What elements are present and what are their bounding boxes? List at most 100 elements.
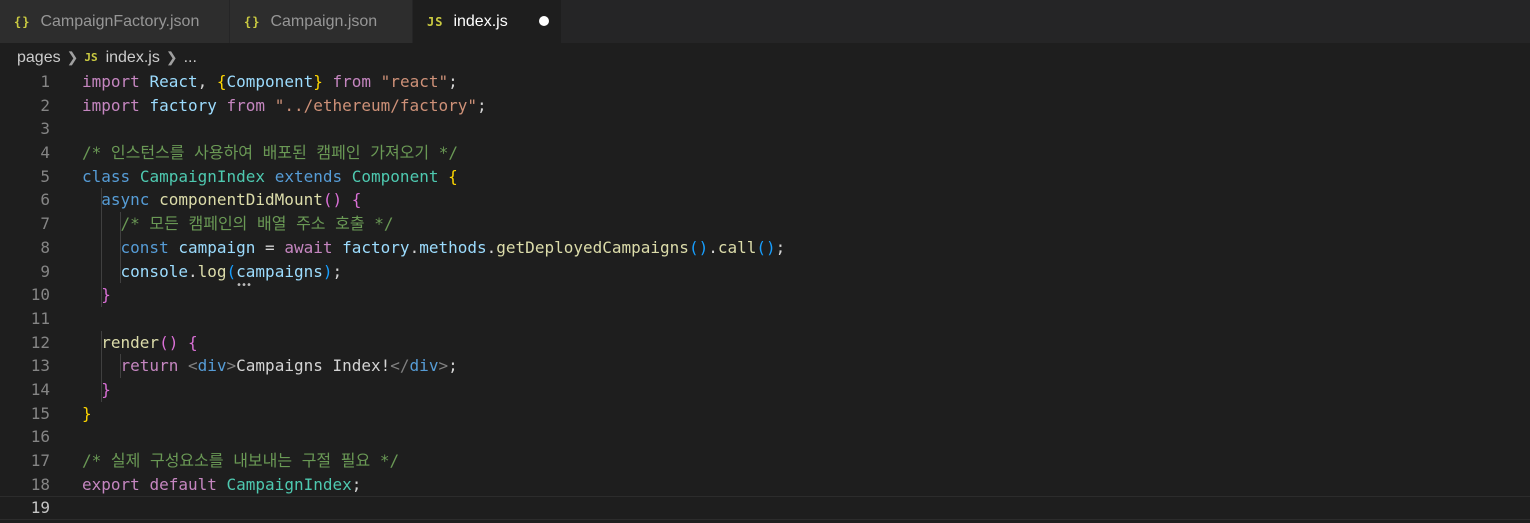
js-file-icon: JS (427, 14, 444, 29)
line-number: 9 (40, 261, 50, 281)
code-text: } (82, 402, 92, 426)
breadcrumb-folder[interactable]: pages (17, 49, 61, 67)
code-line[interactable]: 8 const campaign = await factory.methods… (0, 235, 1530, 260)
line-number: 10 (30, 285, 50, 305)
code-token: extends (274, 166, 343, 186)
code-area[interactable]: 1 import React, {Component} from "react";… (0, 70, 1530, 520)
chevron-right-icon: ❯ (165, 49, 178, 65)
code-editor: {} CampaignFactory.json {} Campaign.json… (0, 0, 1530, 523)
code-token: { (448, 166, 458, 186)
code-text: } (82, 378, 111, 402)
code-line[interactable]: 6 async componentDidMount() { (0, 188, 1530, 213)
code-line[interactable]: 18 export default CampaignIndex; (0, 473, 1530, 497)
code-token: ; (448, 356, 458, 376)
breadcrumb-file[interactable]: index.js (106, 49, 160, 67)
code-token: . (409, 237, 420, 257)
code-text: import factory from "../ethereum/factory… (82, 94, 487, 118)
code-token: () (756, 237, 776, 257)
code-line[interactable]: 12 render() { (0, 330, 1530, 355)
code-token: import (82, 72, 140, 91)
code-token: /* 인스턴스를 사용하여 배포된 캠페인 가져오기 */ (82, 143, 459, 163)
code-token: async (101, 190, 150, 210)
code-token: /* 모든 캠페인의 배열 주소 호출 */ (120, 214, 394, 234)
code-token: factory (149, 95, 217, 115)
code-line[interactable]: 3 (0, 117, 1530, 141)
code-token: "react" (380, 72, 449, 91)
code-token: , (197, 72, 217, 91)
code-line[interactable]: 4 /* 인스턴스를 사용하여 배포된 캠페인 가져오기 */ (0, 141, 1530, 165)
code-token: await (284, 237, 333, 257)
code-token: = (255, 237, 285, 257)
unsaved-dot-icon[interactable] (539, 16, 549, 26)
code-line[interactable]: 2 import factory from "../ethereum/factor… (0, 94, 1530, 118)
code-token: CampaignIndex (139, 166, 266, 186)
code-token: from (226, 95, 266, 115)
code-line[interactable]: 19 (0, 496, 1530, 520)
line-number: 8 (40, 237, 50, 257)
code-line[interactable]: 10 } (0, 283, 1530, 307)
code-line[interactable]: 15} (0, 402, 1530, 426)
code-line[interactable]: 17 /* 실제 구성요소를 내보내는 구절 필요 */ (0, 449, 1530, 473)
code-line[interactable]: 7 /* 모든 캠페인의 배열 주소 호출 */ (0, 212, 1530, 236)
code-line[interactable]: 9 console.log(campaigns); ••• (0, 259, 1530, 291)
code-token: < (187, 356, 198, 376)
code-line[interactable]: 14 } (0, 377, 1530, 402)
code-token: { (216, 72, 227, 91)
code-token: . (187, 261, 198, 281)
code-token: ; (332, 261, 343, 281)
code-token: } (313, 72, 323, 91)
line-number: 12 (30, 332, 50, 352)
line-number: 17 (30, 451, 50, 470)
line-number: 18 (30, 474, 50, 494)
code-token: render (101, 332, 160, 352)
tab-campaign-json[interactable]: {} Campaign.json (230, 0, 413, 43)
code-token: call (717, 237, 757, 257)
code-token: /* 실제 구성요소를 내보내는 구절 필요 */ (82, 451, 400, 470)
code-line[interactable]: 11 (0, 307, 1530, 331)
code-line[interactable]: 1 import React, {Component} from "react"; (0, 70, 1530, 94)
json-file-icon: {} (14, 14, 31, 29)
code-text: console.log(campaigns); (82, 260, 343, 284)
code-token: console (120, 261, 188, 281)
breadcrumb-more[interactable]: ... (184, 49, 197, 67)
tab-index-js[interactable]: JS index.js (413, 0, 562, 43)
code-token: </ (390, 356, 410, 376)
code-token: } (101, 285, 111, 305)
line-number: 13 (30, 356, 50, 376)
code-token: ; (448, 72, 458, 91)
code-token: ; (351, 474, 362, 494)
code-token: { (187, 332, 198, 352)
code-token: . (708, 237, 718, 257)
code-token: factory (342, 237, 410, 257)
code-text: import React, {Component} from "react"; (82, 70, 458, 94)
line-number: 3 (40, 119, 50, 139)
code-token: ; (476, 95, 487, 115)
code-token: > (226, 356, 237, 376)
code-token: () (688, 237, 709, 257)
line-number: 1 (40, 72, 50, 91)
line-number: 16 (30, 427, 50, 447)
code-line[interactable]: 13 return <div>Campaigns Index!</div>; (0, 354, 1530, 378)
tab-campaignfactory-json[interactable]: {} CampaignFactory.json (0, 0, 230, 43)
tab-label: CampaignFactory.json (40, 12, 200, 30)
js-file-icon: JS (84, 51, 98, 64)
line-number: 4 (40, 143, 50, 163)
code-line[interactable]: 5 class CampaignIndex extends Component { (0, 165, 1530, 189)
code-line[interactable]: 16 (0, 425, 1530, 449)
code-token: "../ethereum/factory" (274, 95, 477, 115)
code-token: () (159, 332, 179, 352)
code-token: > (438, 356, 449, 376)
